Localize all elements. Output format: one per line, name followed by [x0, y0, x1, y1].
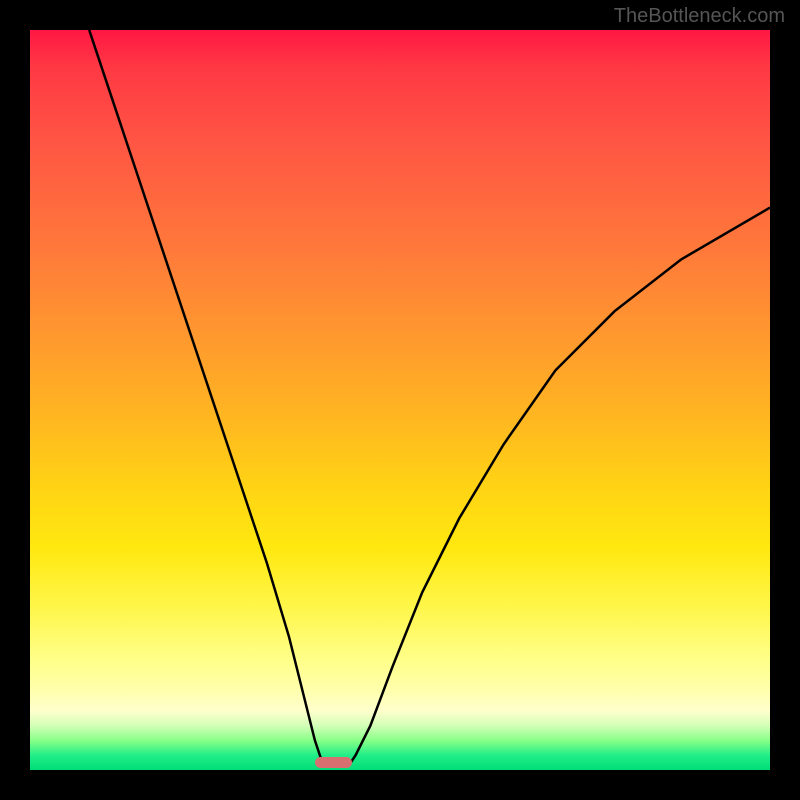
bottleneck-curve	[30, 30, 770, 770]
curve-left	[89, 30, 326, 766]
curve-right	[348, 208, 770, 767]
watermark-text: TheBottleneck.com	[614, 5, 785, 28]
optimal-marker	[315, 757, 352, 768]
